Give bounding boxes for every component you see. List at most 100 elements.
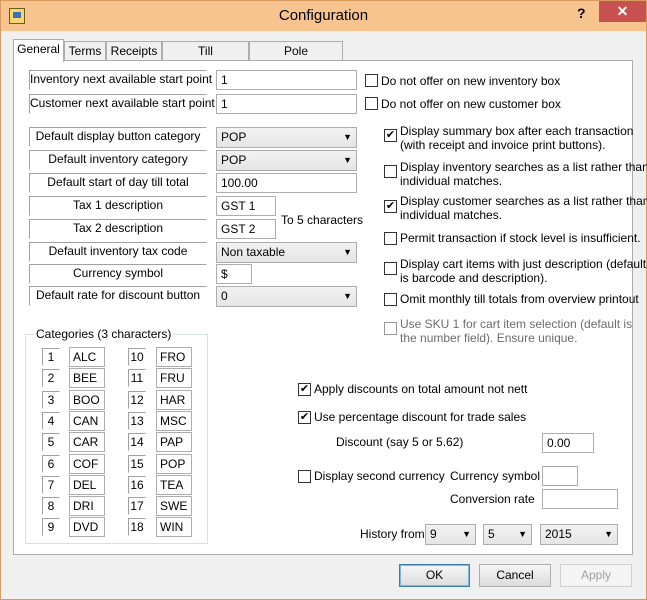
- category-code-input[interactable]: PAP: [156, 432, 192, 452]
- category-number: 7: [42, 476, 60, 494]
- option-summary-box-checkbox[interactable]: ✔: [384, 129, 397, 142]
- category-number: 8: [42, 497, 60, 515]
- category-number: 9: [42, 518, 60, 536]
- category-code-input[interactable]: BOO: [69, 390, 105, 410]
- chevron-down-icon: ▼: [604, 529, 613, 539]
- tab-terms[interactable]: Terms: [64, 41, 106, 61]
- option-cart-description-line2: is barcode and description).: [400, 271, 548, 285]
- option-customer-list-line1: Display customer searches as a list rath…: [400, 194, 647, 208]
- discount-label: Discount (say 5 or 5.62): [336, 435, 464, 449]
- tax2-input[interactable]: GST 2: [216, 219, 276, 239]
- category-code-input[interactable]: HAR: [156, 390, 192, 410]
- tab-general[interactable]: General: [13, 39, 64, 62]
- chevron-down-icon: ▼: [343, 155, 352, 165]
- display-button-category-select[interactable]: POP ▼: [216, 127, 357, 148]
- close-button[interactable]: ✕: [599, 1, 646, 22]
- option-cart-description-checkbox[interactable]: [384, 262, 397, 275]
- category-code-input[interactable]: FRO: [156, 347, 192, 367]
- no-offer-inventory-checkbox[interactable]: [365, 74, 378, 87]
- category-number: 13: [128, 412, 146, 430]
- tab-pole-configuration[interactable]: Pole configuration: [249, 41, 343, 76]
- history-month-select[interactable]: 5 ▼: [483, 524, 532, 545]
- category-number: 17: [128, 497, 146, 515]
- category-code-input[interactable]: WIN: [156, 517, 192, 537]
- inventory-tax-code-select[interactable]: Non taxable ▼: [216, 242, 357, 263]
- apply-button[interactable]: Apply: [560, 564, 632, 587]
- tax-note: To 5 characters: [281, 213, 364, 227]
- option-summary-box-line1: Display summary box after each transacti…: [400, 124, 634, 138]
- option-omit-monthly-checkbox[interactable]: [384, 293, 397, 306]
- discount-rate-value: 0: [221, 289, 228, 303]
- second-currency-symbol-input[interactable]: [542, 466, 578, 486]
- inventory-category-select[interactable]: POP ▼: [216, 150, 357, 171]
- option-summary-box-line2: (with receipt and invoice print buttons)…: [400, 138, 606, 152]
- option-customer-list-checkbox[interactable]: ✔: [384, 200, 397, 213]
- inventory-category-label: Default inventory category: [29, 150, 207, 170]
- category-number: 3: [42, 391, 60, 409]
- inventory-tax-code-label: Default inventory tax code: [29, 242, 207, 262]
- title-bar: Configuration ? ✕: [1, 1, 646, 31]
- start-till-total-input[interactable]: 100.00: [216, 173, 357, 193]
- currency-symbol-input[interactable]: $: [216, 264, 252, 284]
- display-button-category-value: POP: [221, 130, 247, 144]
- apply-discount-total-label: Apply discounts on total amount not nett: [314, 382, 528, 396]
- inventory-category-value: POP: [221, 153, 247, 167]
- ok-button[interactable]: OK: [399, 564, 470, 587]
- option-sku-line1: Use SKU 1 for cart item selection (defau…: [400, 317, 633, 331]
- category-number: 4: [42, 412, 60, 430]
- currency-symbol-label: Currency symbol: [29, 264, 207, 284]
- tax2-label: Tax 2 description: [29, 219, 207, 239]
- category-number: 5: [42, 433, 60, 451]
- history-year-select[interactable]: 2015 ▼: [540, 524, 618, 545]
- category-number: 12: [128, 391, 146, 409]
- chevron-down-icon: ▼: [518, 529, 527, 539]
- no-offer-customer-checkbox[interactable]: [365, 97, 378, 110]
- cancel-button[interactable]: Cancel: [479, 564, 551, 587]
- categories-title: Categories (3 characters): [34, 327, 174, 341]
- option-cart-description-line1: Display cart items with just description…: [400, 257, 647, 271]
- category-code-input[interactable]: POP: [156, 454, 192, 474]
- category-code-input[interactable]: DEL: [69, 475, 105, 495]
- category-code-input[interactable]: TEA: [156, 475, 192, 495]
- second-currency-checkbox[interactable]: [298, 470, 311, 483]
- category-code-input[interactable]: FRU: [156, 368, 192, 388]
- option-inventory-list-checkbox[interactable]: [384, 165, 397, 178]
- category-code-input[interactable]: BEE: [69, 368, 105, 388]
- category-code-input[interactable]: MSC: [156, 411, 192, 431]
- category-code-input[interactable]: COF: [69, 454, 105, 474]
- percentage-trade-checkbox[interactable]: ✔: [298, 411, 311, 424]
- customer-start-input[interactable]: 1: [216, 94, 357, 114]
- category-code-input[interactable]: DRI: [69, 496, 105, 516]
- tab-receipts[interactable]: Receipts: [106, 41, 162, 61]
- chevron-down-icon: ▼: [343, 247, 352, 257]
- option-permit-stock-checkbox[interactable]: [384, 232, 397, 245]
- category-number: 6: [42, 455, 60, 473]
- category-code-input[interactable]: CAN: [69, 411, 105, 431]
- tab-till-configuration[interactable]: Till configuration: [162, 41, 249, 76]
- discount-rate-label: Default rate for discount button: [29, 286, 207, 306]
- inventory-start-label: Inventory next available start point: [29, 70, 212, 90]
- apply-discount-total-checkbox[interactable]: ✔: [298, 383, 311, 396]
- help-button[interactable]: ?: [577, 5, 586, 21]
- discount-rate-select[interactable]: 0 ▼: [216, 286, 357, 307]
- inventory-tax-code-value: Non taxable: [221, 245, 286, 259]
- category-number: 2: [42, 369, 60, 387]
- discount-input[interactable]: 0.00: [542, 433, 594, 453]
- conversion-rate-input[interactable]: [542, 489, 618, 509]
- history-day-select[interactable]: 9 ▼: [425, 524, 476, 545]
- category-code-input[interactable]: ALC: [69, 347, 105, 367]
- option-sku-checkbox[interactable]: [384, 322, 397, 335]
- display-button-category-label: Default display button category: [29, 127, 207, 147]
- no-offer-inventory-label: Do not offer on new inventory box: [381, 74, 561, 88]
- tax1-input[interactable]: GST 1: [216, 196, 276, 216]
- configuration-window: Configuration ? ✕ General Terms Receipts…: [0, 0, 647, 600]
- category-number: 16: [128, 476, 146, 494]
- category-code-input[interactable]: CAR: [69, 432, 105, 452]
- category-code-input[interactable]: DVD: [69, 517, 105, 537]
- inventory-start-input[interactable]: 1: [216, 70, 357, 90]
- category-code-input[interactable]: SWE: [156, 496, 192, 516]
- category-number: 18: [128, 518, 146, 536]
- option-customer-list-line2: individual matches.: [400, 208, 503, 222]
- category-number: 14: [128, 433, 146, 451]
- second-currency-label: Display second currency: [314, 469, 445, 483]
